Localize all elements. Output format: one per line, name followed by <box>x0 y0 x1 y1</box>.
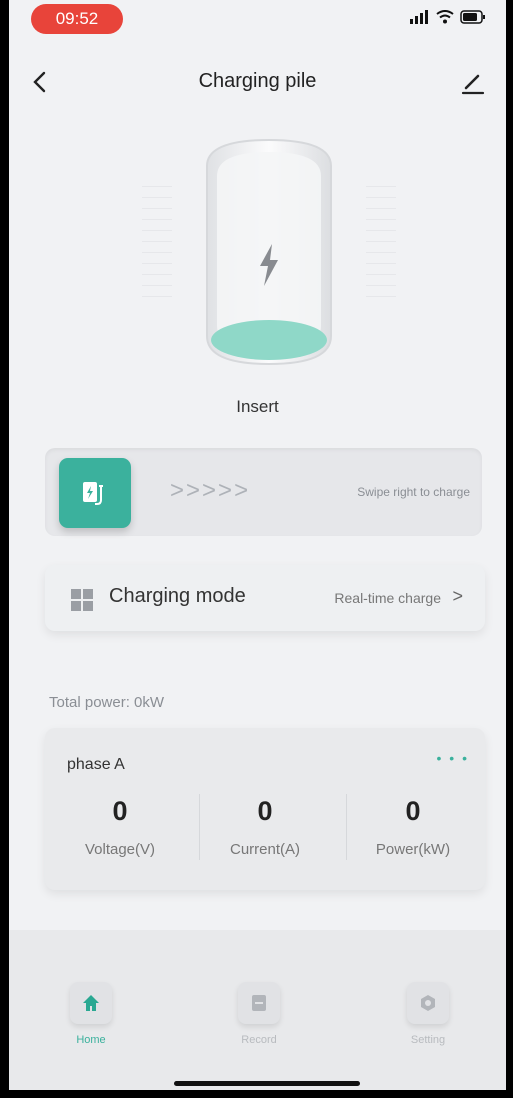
metric-label: Current(A) <box>229 841 300 858</box>
swipe-handle[interactable] <box>59 458 131 528</box>
metric-voltage: 0 Voltage(V) <box>47 788 193 868</box>
tab-record[interactable]: Record <box>214 982 304 1046</box>
home-indicator <box>174 1081 360 1086</box>
phase-card: phase A • • • 0 Voltage(V) 0 Current(A) … <box>45 728 485 890</box>
lightning-icon <box>260 244 278 286</box>
charger-state-label: Insert <box>236 397 279 416</box>
total-power: Total power: 0kW <box>49 694 165 711</box>
page-title: Charging pile <box>198 70 317 92</box>
record-icon <box>238 982 280 1024</box>
edit-button[interactable] <box>460 68 486 96</box>
grid-icon <box>71 589 93 611</box>
wifi-icon <box>436 10 454 24</box>
charging-mode-label: Charging mode <box>109 585 246 607</box>
chevron-right-icon: > <box>452 586 463 606</box>
battery-icon <box>460 10 485 24</box>
metric-power: 0 Power(kW) <box>340 788 486 868</box>
more-dots-icon[interactable]: • • • <box>437 750 469 766</box>
tab-setting[interactable]: Setting <box>383 982 473 1046</box>
tab-label: Record <box>241 1034 277 1046</box>
charging-mode-value: Real-time charge <box>334 590 441 606</box>
metric-current: 0 Current(A) <box>192 788 338 868</box>
metric-label: Voltage(V) <box>84 841 156 858</box>
swipe-to-charge[interactable]: >>>>> Swipe right to charge <box>45 448 482 536</box>
status-time: 09:52 <box>31 4 123 34</box>
charger-ticks-right <box>366 186 396 307</box>
phase-title: phase A <box>67 756 125 773</box>
metric-value: 0 <box>257 796 273 826</box>
tab-home[interactable]: Home <box>46 982 136 1046</box>
tab-bar: Home Record Setting <box>9 930 506 1090</box>
status-icons <box>410 10 486 24</box>
tab-label: Home <box>76 1034 106 1046</box>
charger-illustration <box>189 136 349 368</box>
app-screen: 09:52 Charging pile Insert >>>>> Swipe r… <box>9 0 506 1090</box>
nav-bar: Charging pile <box>9 58 506 108</box>
swipe-hint: Swipe right to charge <box>357 485 470 499</box>
metric-value: 0 <box>112 796 128 826</box>
swipe-arrows: >>>>> <box>170 477 251 504</box>
metric-label: Power(kW) <box>375 841 451 858</box>
setting-icon <box>407 982 449 1024</box>
status-bar: 09:52 <box>9 0 506 36</box>
tab-label: Setting <box>410 1034 446 1046</box>
charger-ticks-left <box>142 186 172 307</box>
home-icon <box>70 982 112 1024</box>
charging-mode-row[interactable]: Charging mode Real-time charge > <box>45 565 485 631</box>
charger-plug-icon <box>83 482 103 505</box>
signal-icon <box>410 10 428 24</box>
pencil-icon <box>461 74 485 95</box>
metric-value: 0 <box>405 796 421 826</box>
